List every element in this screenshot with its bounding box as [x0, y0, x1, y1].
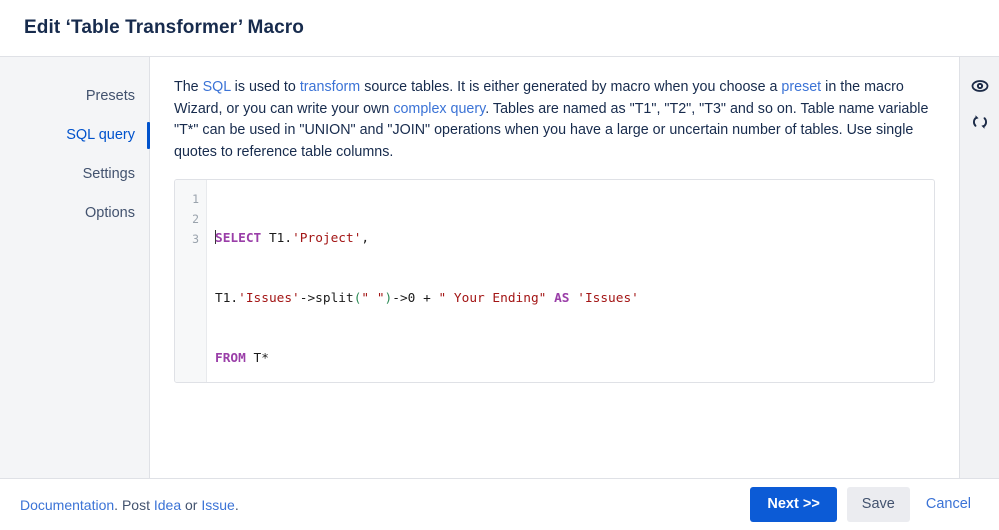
code-line: FROM T* — [215, 349, 934, 369]
code-line: SELECT T1.'Project', — [215, 229, 934, 249]
page-title: Edit ‘Table Transformer’ Macro — [24, 17, 304, 38]
code-token-keyword: SELECT — [215, 231, 262, 246]
right-toolbar — [959, 57, 999, 478]
line-number: 2 — [192, 212, 199, 226]
eye-icon[interactable] — [969, 75, 991, 97]
link-preset[interactable]: preset — [781, 79, 821, 95]
refresh-icon[interactable] — [969, 111, 991, 133]
edit-macro-dialog: Edit ‘Table Transformer’ Macro Presets S… — [0, 0, 999, 530]
desc-text-3: source tables. It is either generated by… — [360, 79, 782, 95]
desc-text-2: is used to — [230, 79, 300, 95]
footer-text-1: . Post — [114, 496, 154, 513]
link-sql[interactable]: SQL — [203, 79, 231, 95]
code-token-keyword: AS — [554, 291, 570, 306]
sql-description-text: The SQL is used to transform source tabl… — [174, 77, 935, 163]
footer-text-3: . — [234, 496, 239, 513]
link-issue[interactable]: Issue — [201, 497, 234, 513]
code-token-keyword: FROM — [215, 351, 246, 366]
link-documentation[interactable]: Documentation — [20, 497, 114, 513]
sql-code-input[interactable]: SELECT T1.'Project', T1.'Issues'->split(… — [207, 180, 934, 382]
sidebar-item-sql-query[interactable]: SQL query — [0, 116, 150, 155]
code-token-table: T1. — [268, 231, 293, 246]
code-token-table: T* — [253, 351, 269, 366]
sidebar-item-label: Options — [85, 205, 135, 221]
sidebar-item-presets[interactable]: Presets — [0, 77, 149, 116]
code-token-punct: , — [361, 231, 370, 246]
link-transform[interactable]: transform — [300, 79, 360, 95]
dialog-footer: Documentation. Post Idea or Issue. Next … — [0, 478, 999, 530]
sql-code-editor[interactable]: 1 2 3 SELECT T1.'Project', T1.'Issues'->… — [174, 179, 935, 383]
next-button[interactable]: Next >> — [750, 487, 837, 522]
dialog-body: Presets SQL query Settings Options The S… — [0, 57, 999, 478]
desc-text-1: The — [174, 79, 203, 95]
code-token-table: T1. — [215, 291, 239, 306]
line-number: 1 — [192, 192, 199, 206]
editor-line-number-gutter: 1 2 3 — [175, 180, 207, 382]
cancel-button[interactable]: Cancel — [918, 487, 979, 522]
dialog-header: Edit ‘Table Transformer’ Macro — [0, 0, 999, 57]
sidebar-item-settings[interactable]: Settings — [0, 155, 149, 194]
main-content: The SQL is used to transform source tabl… — [150, 57, 959, 478]
sidebar-item-label: Presets — [85, 88, 135, 104]
code-token-string: 'Issues' — [577, 291, 639, 306]
code-token-string: " " — [361, 291, 385, 306]
footer-links: Documentation. Post Idea or Issue. — [20, 497, 239, 513]
code-token-method: ->split — [299, 291, 354, 306]
save-button[interactable]: Save — [846, 487, 910, 522]
code-token-string: 'Issues' — [238, 291, 300, 306]
link-complex-query[interactable]: complex query — [393, 101, 485, 117]
sidebar-nav: Presets SQL query Settings Options — [0, 57, 150, 478]
footer-text-2: or — [181, 496, 202, 513]
sidebar-item-label: Settings — [82, 166, 135, 182]
line-number: 3 — [192, 232, 199, 246]
active-indicator-bar — [147, 122, 150, 149]
link-idea[interactable]: Idea — [154, 497, 181, 513]
sidebar-item-options[interactable]: Options — [0, 194, 149, 233]
code-token-string: 'Project' — [292, 231, 362, 246]
code-token-string: " Your Ending" — [438, 291, 547, 306]
code-token-index: ->0 + — [392, 291, 439, 306]
code-line: T1.'Issues'->split(" ")->0 + " Your Endi… — [215, 289, 934, 309]
sidebar-item-label: SQL query — [66, 127, 135, 143]
